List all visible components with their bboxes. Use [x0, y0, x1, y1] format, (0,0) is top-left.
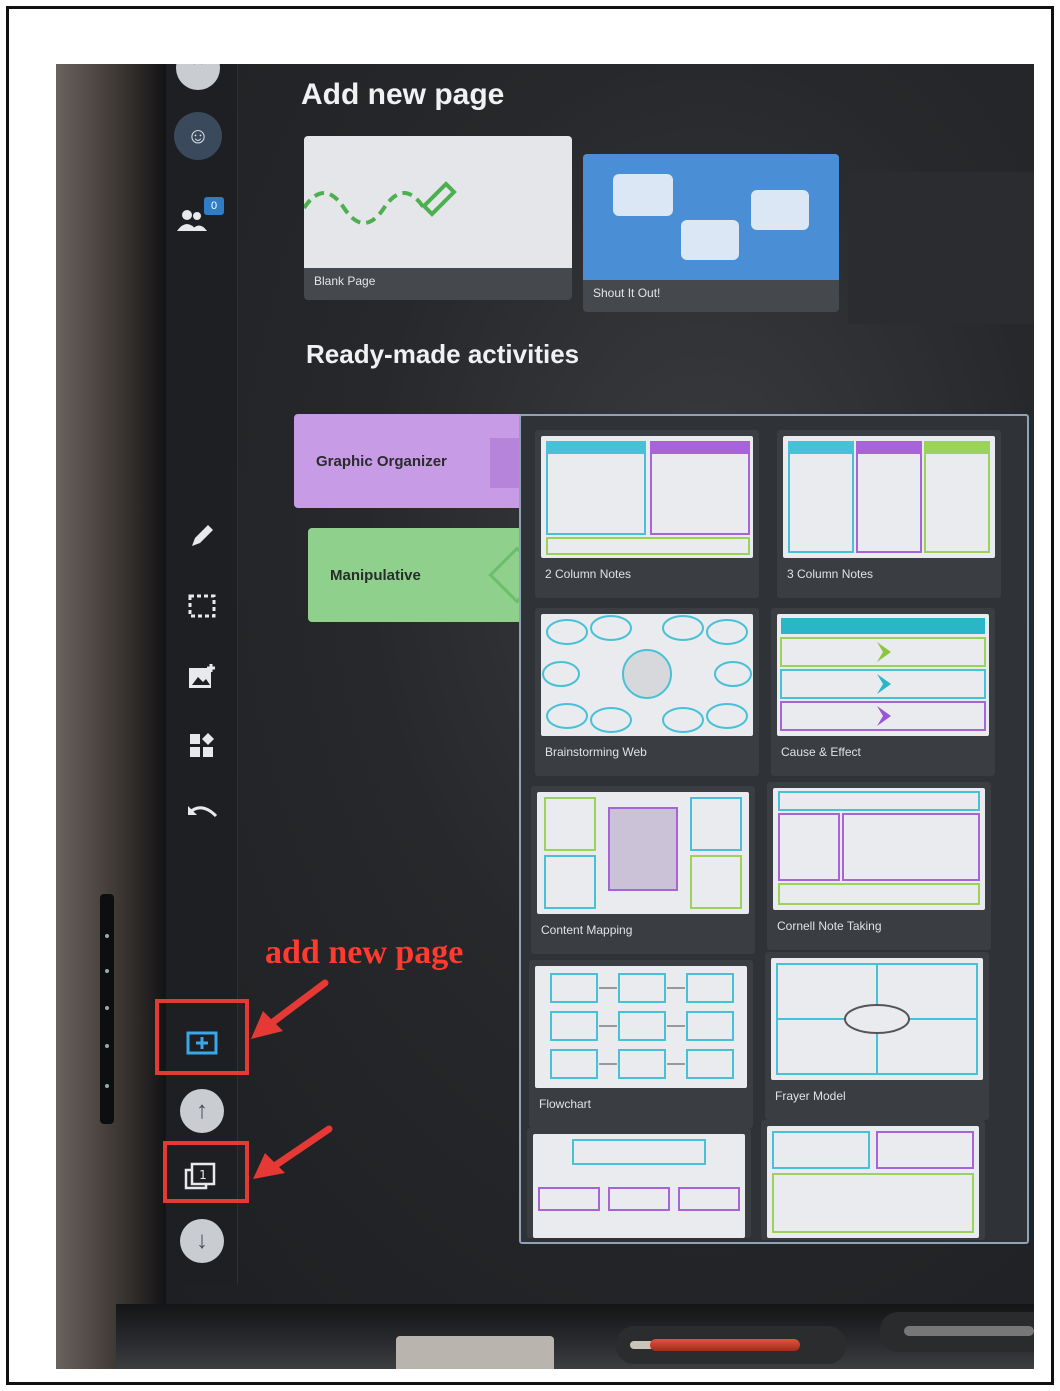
page-type-label: Blank Page — [314, 274, 376, 288]
category-label: Graphic Organizer — [316, 452, 447, 470]
page-type-label: Shout It Out! — [593, 286, 661, 300]
pen-icon[interactable] — [178, 512, 226, 560]
template-label: Content Mapping — [541, 923, 633, 937]
template-label: 2 Column Notes — [545, 567, 632, 581]
template-label: Cause & Effect — [781, 745, 861, 759]
add-new-page-title: Add new page — [301, 78, 505, 111]
arrow-down-icon[interactable]: ↓ — [180, 1219, 224, 1263]
board-bezel-left — [56, 64, 168, 1369]
template-label: Brainstorming Web — [545, 745, 647, 759]
avatar-icon[interactable]: ☺ — [174, 112, 222, 160]
annotation-arrow-2 — [253, 1125, 333, 1179]
blank-page-thumbnail — [304, 136, 572, 268]
template-label: 3 Column Notes — [787, 567, 874, 581]
touch-screen: ⌃ ☺ 0 ↑ 1 ↓ Add new page Blank Page Shou… — [166, 64, 1034, 1304]
templates-panel: 2 Column Notes 3 Column Notes Brainstorm… — [519, 414, 1029, 1244]
template-thumbnail — [533, 1134, 745, 1238]
participants-badge: 0 — [204, 197, 224, 215]
template-thumbnail — [773, 788, 985, 910]
template-thumbnail — [767, 1126, 979, 1238]
ready-made-title: Ready-made activities — [306, 339, 580, 369]
template-thumbnail — [541, 436, 753, 558]
template-thumbnail — [535, 966, 747, 1088]
template-frayer-model[interactable]: Frayer Model — [765, 952, 989, 1120]
annotation-arrow-1 — [251, 979, 329, 1039]
shout-it-out-card[interactable]: Shout It Out! — [583, 154, 839, 312]
highlight-add-page — [155, 999, 249, 1075]
next-page-card[interactable] — [848, 172, 1034, 324]
document-frame: ⌃ ☺ 0 ↑ 1 ↓ Add new page Blank Page Shou… — [6, 6, 1054, 1385]
pen-tray-right — [880, 1312, 1034, 1352]
template-content-mapping[interactable]: Content Mapping — [531, 786, 755, 954]
template-more-1[interactable] — [527, 1128, 751, 1238]
template-label: Cornell Note Taking — [777, 919, 882, 933]
undo-icon[interactable] — [178, 790, 226, 838]
annotation-label: add new page — [265, 934, 464, 971]
shout-it-out-thumbnail — [583, 154, 839, 280]
side-buttons — [100, 894, 114, 1124]
left-toolbar: ⌃ ☺ 0 ↑ 1 ↓ — [166, 64, 238, 1284]
template-thumbnail — [777, 614, 989, 736]
template-cause-effect[interactable]: Cause & Effect — [771, 608, 995, 776]
template-thumbnail — [541, 614, 753, 736]
insert-image-icon[interactable] — [178, 652, 226, 700]
template-thumbnail — [537, 792, 749, 914]
arrow-up-icon[interactable]: ↑ — [180, 1089, 224, 1133]
template-label: Frayer Model — [775, 1089, 846, 1103]
template-thumbnail — [771, 958, 983, 1080]
widgets-icon[interactable] — [178, 722, 226, 770]
template-2-column-notes[interactable]: 2 Column Notes — [535, 430, 759, 598]
highlight-pages — [163, 1141, 249, 1203]
template-label: Flowchart — [539, 1097, 592, 1111]
template-flowchart[interactable]: Flowchart — [529, 960, 753, 1128]
category-label: Manipulative — [330, 566, 421, 584]
pen-tray-eraser — [396, 1336, 554, 1369]
template-3-column-notes[interactable]: 3 Column Notes — [777, 430, 1001, 598]
template-thumbnail — [783, 436, 995, 558]
pen-tray — [616, 1326, 846, 1364]
template-brainstorming-web[interactable]: Brainstorming Web — [535, 608, 759, 776]
blank-page-card[interactable]: Blank Page — [304, 136, 572, 300]
chevron-up-icon[interactable]: ⌃ — [176, 64, 220, 90]
template-cornell-note-taking[interactable]: Cornell Note Taking — [767, 782, 991, 950]
template-more-2[interactable] — [761, 1120, 985, 1240]
select-icon[interactable] — [178, 582, 226, 630]
